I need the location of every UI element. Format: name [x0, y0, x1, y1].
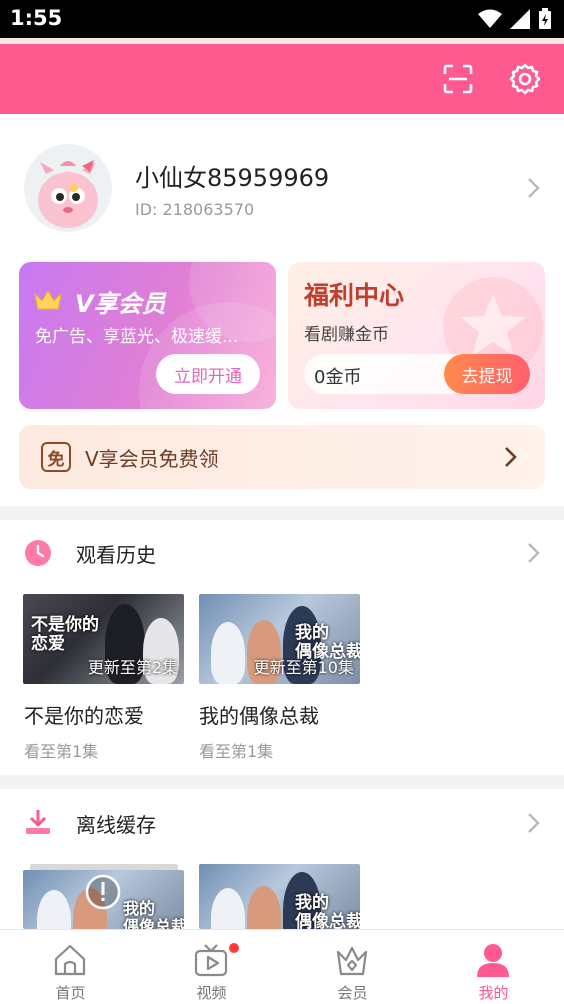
history-item-progress: 看至第1集: [24, 742, 99, 761]
thumbnail-figure: [247, 886, 281, 929]
offline-title: 离线缓存: [76, 813, 156, 837]
history-item-title[interactable]: 我的偶像总裁: [199, 700, 319, 729]
profile-section[interactable]: 小仙女85959969 ID: 218063570: [0, 114, 564, 264]
coin-balance-row: 0金币 去提现: [304, 354, 530, 394]
gear-icon: [509, 63, 541, 95]
crown-icon: [34, 290, 62, 310]
offline-item-thumbnail[interactable]: 我的 偶像总裁: [199, 864, 360, 929]
free-vip-banner[interactable]: 免 V享会员免费领: [19, 425, 545, 489]
section-divider: [0, 775, 564, 789]
chevron-right-icon: [505, 447, 517, 467]
battery-icon: [539, 8, 551, 29]
vip-activate-button[interactable]: 立即开通: [156, 354, 260, 394]
download-icon: [26, 810, 50, 834]
nav-home-label: 首页: [55, 984, 86, 1002]
thumbnail-figure: [211, 888, 245, 929]
section-divider: [0, 506, 564, 520]
status-icons: [478, 8, 552, 30]
signal-icon: [510, 9, 530, 29]
nav-video-label: 视频: [196, 984, 227, 1002]
free-vip-text: V享会员免费领: [85, 447, 219, 471]
settings-button[interactable]: [508, 62, 542, 96]
scan-button[interactable]: [441, 62, 475, 96]
nav-vip[interactable]: 会员: [282, 930, 423, 1004]
withdraw-button[interactable]: 去提现: [444, 354, 530, 394]
status-bar: 1:55: [0, 0, 564, 38]
offline-more-chevron-icon[interactable]: [526, 811, 542, 835]
notification-dot: [229, 943, 239, 953]
history-item-art-text: 不是你的 恋爱: [31, 615, 99, 654]
vip-card[interactable]: V享会员 免广告、享蓝光、极速缓... 立即开通: [19, 262, 276, 409]
thumbnail-figure: [211, 622, 245, 684]
history-item-update: 更新至第10集: [253, 658, 354, 677]
tv-icon: [194, 944, 228, 977]
nav-video[interactable]: 视频: [141, 930, 282, 1004]
avatar[interactable]: [24, 144, 112, 232]
wifi-icon: [478, 9, 502, 28]
history-more-chevron-icon[interactable]: [526, 541, 542, 565]
welfare-title: 福利中心: [304, 281, 405, 310]
nav-vip-label: 会员: [337, 984, 368, 1002]
history-item-update: 更新至第2集: [87, 658, 178, 677]
offline-item-thumbnail[interactable]: 我的 偶像总裁: [23, 870, 184, 929]
thumbnail-figure: [37, 890, 71, 929]
history-item-title[interactable]: 不是你的恋爱: [24, 700, 144, 729]
user-id: ID: 218063570: [135, 200, 255, 219]
offline-item-art-text: 我的 偶像总裁: [295, 893, 360, 929]
history-title: 观看历史: [76, 543, 156, 567]
coin-balance: 0金币: [314, 367, 362, 388]
bottom-nav: 首页 视频 会员 我的: [0, 929, 564, 1004]
username: 小仙女85959969: [135, 164, 330, 192]
history-item-thumbnail[interactable]: 我的 偶像总裁 更新至第10集: [199, 594, 360, 684]
user-icon: [477, 944, 509, 977]
warning-icon: [85, 874, 121, 910]
home-icon: [54, 944, 86, 976]
nav-mine-label: 我的: [478, 984, 509, 1002]
clock-icon: [25, 540, 51, 566]
free-badge-icon: 免: [41, 442, 71, 472]
nav-home[interactable]: 首页: [0, 930, 141, 1004]
chevron-right-icon: [528, 178, 540, 198]
status-time: 1:55: [10, 6, 63, 30]
header-bar: [0, 44, 564, 114]
history-item-progress: 看至第1集: [199, 742, 274, 761]
welfare-subtitle: 看剧赚金币: [304, 325, 389, 345]
vip-title: V享会员: [75, 290, 166, 318]
history-item-thumbnail[interactable]: 不是你的 恋爱 更新至第2集: [23, 594, 184, 684]
nav-mine[interactable]: 我的: [423, 930, 564, 1004]
offline-item-art-text: 我的 偶像总裁: [123, 899, 184, 929]
crown-outline-icon: [336, 946, 368, 976]
scan-icon: [443, 64, 473, 94]
vip-subtitle: 免广告、享蓝光、极速缓...: [35, 327, 239, 347]
welfare-card[interactable]: 福利中心 看剧赚金币 0金币 去提现: [288, 262, 545, 409]
